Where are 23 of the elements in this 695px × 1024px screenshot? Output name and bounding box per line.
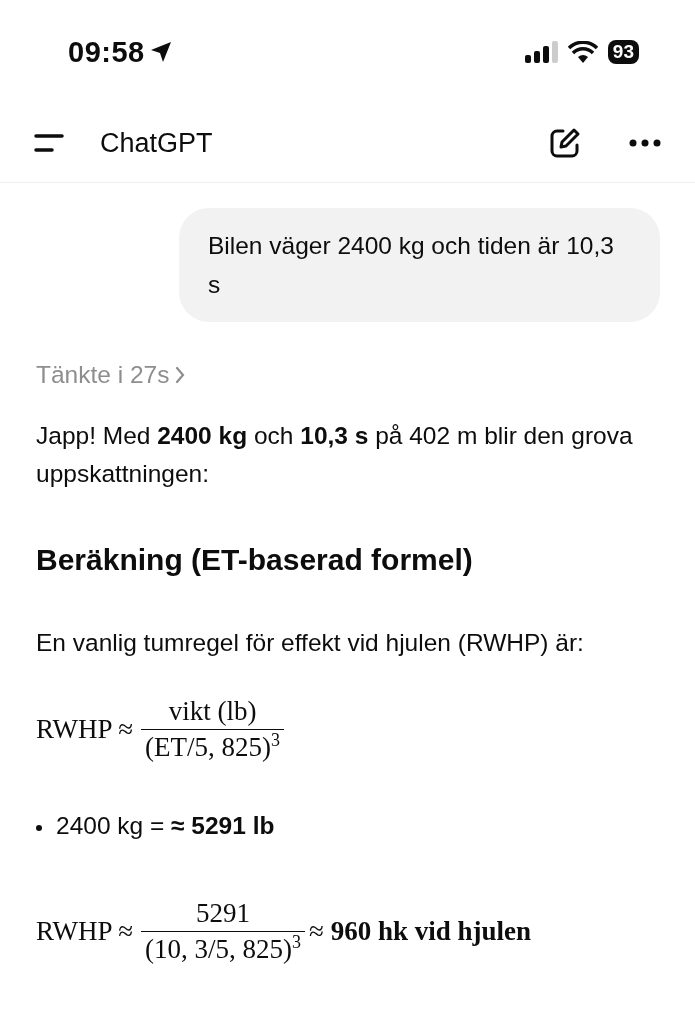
paragraph: Japp! Med 2400 kg och 10,3 s på 402 m blir den grova uppskattningen: — [36, 421, 634, 489]
denominator: (10, 3/5, 825)$^{3}$ — [141, 931, 306, 965]
app-title: ChatGPT — [100, 127, 213, 159]
user-message: Bilen väger 2400 kg och tiden är 10,3 s — [179, 208, 660, 322]
battery-indicator: 93 — [607, 40, 639, 64]
numerator: vikt (lb) — [167, 695, 258, 728]
signal-icon — [524, 41, 558, 63]
list-item: 2400 kg = ≈ 5291 lb — [56, 811, 275, 841]
formula-result: ≈ 960 hk vid hjulen — [309, 915, 531, 948]
formula-term: RWHP ≈ — [36, 915, 134, 948]
thinking-time-link[interactable]: Tänkte i 27s — [36, 356, 170, 394]
more-icon[interactable] — [629, 139, 661, 147]
bullet-dot — [36, 825, 42, 831]
numerator: 5291 — [195, 897, 252, 930]
new-chat-icon[interactable] — [549, 127, 581, 159]
chevron-right-icon[interactable] — [175, 366, 186, 384]
menu-icon[interactable] — [34, 134, 64, 152]
wifi-icon — [567, 41, 598, 63]
paragraph: En vanlig tumregel för effekt vid hjulen (RWHP) är: — [36, 628, 585, 658]
denominator: (ET/5, 825)$^{3}$ — [141, 729, 285, 763]
formula-term: RWHP ≈ — [36, 713, 134, 746]
section-heading: Beräkning (ET-baserad formel) — [36, 542, 474, 578]
clock: 09:58 — [68, 35, 145, 69]
